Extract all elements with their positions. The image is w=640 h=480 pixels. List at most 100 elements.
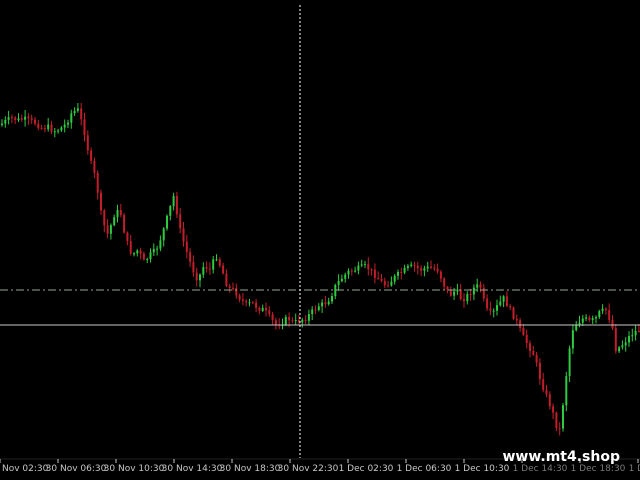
candle-body — [238, 295, 241, 300]
candle-body — [152, 248, 155, 253]
candle-body — [288, 316, 291, 321]
candle-body — [43, 127, 46, 130]
time-tick-label: 1 Dec 14:30 — [513, 464, 568, 474]
candle-body — [420, 268, 423, 271]
candle-body — [113, 217, 116, 226]
candle-body — [215, 259, 218, 261]
candle-body — [271, 314, 274, 321]
candle-body — [631, 335, 634, 337]
candlestick-chart[interactable]: 30 Nov 02:3030 Nov 06:3030 Nov 10:3030 N… — [0, 0, 640, 480]
chart-top-border — [0, 0, 640, 3]
candle-body — [618, 347, 621, 352]
candle-body — [525, 334, 528, 344]
candle-body — [367, 263, 370, 270]
candle-body — [136, 250, 139, 254]
candle-body — [628, 336, 630, 343]
candle-body — [83, 119, 86, 136]
candle-body — [93, 160, 96, 173]
candle-body — [37, 123, 40, 128]
candle-body — [387, 285, 390, 287]
candle-body — [258, 307, 261, 311]
candle-body — [522, 327, 525, 335]
watermark: www.mt4.shop — [502, 449, 620, 465]
candle-body — [621, 345, 624, 348]
candle-body — [149, 252, 152, 260]
candle-body — [505, 296, 508, 307]
candle-body — [208, 268, 211, 270]
candle-body — [634, 330, 637, 336]
candle-body — [294, 320, 297, 322]
time-tick-label: 1 Dec 06:30 — [397, 464, 452, 474]
candle-body — [466, 293, 469, 302]
candle-body — [142, 253, 145, 260]
candle-body — [179, 214, 182, 229]
candle-body — [123, 214, 126, 233]
candle-body — [416, 265, 419, 269]
candle-body — [90, 150, 93, 161]
candle-body — [459, 289, 462, 300]
candle-body — [410, 264, 413, 266]
candle-body — [185, 241, 188, 253]
candle-body — [383, 280, 386, 286]
candle-body — [80, 108, 83, 120]
candle-body — [47, 124, 50, 130]
candle-body — [482, 287, 485, 299]
candle-body — [314, 309, 317, 311]
candle-body — [499, 301, 502, 306]
candle-body — [562, 405, 564, 429]
candle-body — [126, 232, 129, 241]
candle-body — [552, 406, 555, 413]
candle-body — [205, 267, 208, 269]
candle-body — [347, 270, 350, 275]
candle-body — [380, 278, 383, 281]
candle-body — [496, 305, 498, 311]
candle-body — [7, 117, 10, 120]
candle-body — [604, 308, 607, 311]
candle-body — [542, 379, 545, 390]
candle-body — [251, 302, 254, 304]
candle-body — [502, 296, 505, 302]
time-tick-label: 1 Dec 02:30 — [339, 464, 394, 474]
candle-body — [86, 135, 89, 151]
candle-body — [27, 116, 30, 119]
candle-body — [67, 122, 69, 125]
candle-body — [558, 428, 561, 430]
candle-body — [324, 302, 327, 305]
candle-body — [1, 123, 3, 125]
candle-body — [34, 119, 36, 124]
candle-body — [397, 272, 399, 276]
candle-body — [406, 265, 409, 268]
candle-body — [614, 328, 617, 352]
candle-body — [169, 206, 172, 216]
candle-body — [261, 307, 264, 311]
candle-body — [595, 317, 597, 319]
candle-body — [103, 210, 106, 226]
candle-body — [268, 310, 271, 315]
time-tick-label: 30 Nov 10:30 — [104, 464, 165, 474]
chart-canvas[interactable]: 30 Nov 02:3030 Nov 06:3030 Nov 10:3030 N… — [0, 0, 640, 480]
candle-body — [73, 110, 76, 114]
candle-body — [70, 113, 73, 123]
candle-body — [182, 228, 185, 242]
candle-body — [241, 299, 244, 301]
candle-body — [212, 259, 215, 270]
candle-body — [53, 131, 56, 133]
candle-body — [317, 306, 320, 310]
candle-body — [235, 288, 238, 296]
candle-body — [129, 240, 132, 254]
candle-body — [307, 314, 310, 321]
candle-body — [377, 277, 380, 279]
candle-body — [608, 310, 611, 321]
candle-body — [476, 284, 479, 288]
candle-body — [479, 284, 482, 288]
candle-body — [248, 302, 251, 304]
candle-body — [413, 264, 416, 266]
candle-body — [472, 287, 475, 295]
candle-body — [624, 342, 627, 346]
candle-body — [463, 299, 465, 302]
candle-body — [228, 285, 231, 288]
candle-body — [430, 266, 432, 268]
candle-body — [512, 307, 515, 319]
candle-body — [337, 281, 340, 285]
candle-body — [611, 320, 614, 329]
